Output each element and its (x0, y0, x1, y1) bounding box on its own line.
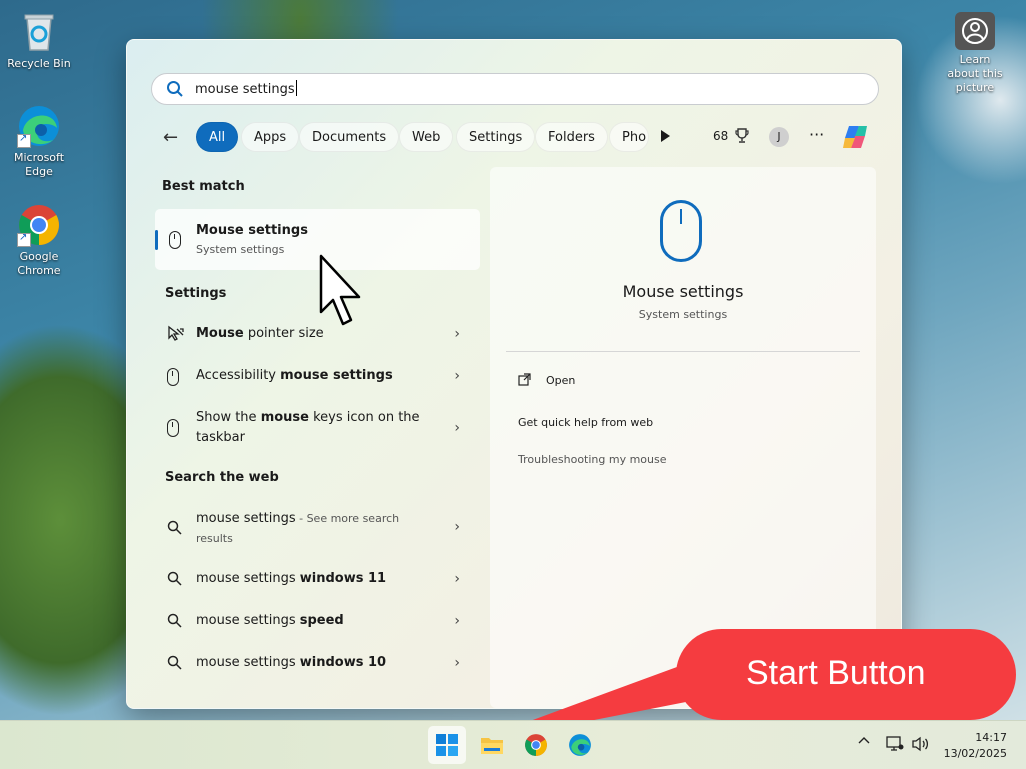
web-result-label: mouse settings - See more search results (196, 511, 400, 545)
selection-indicator (155, 230, 158, 250)
best-match-item[interactable]: Mouse settings System settings (155, 209, 480, 270)
chevron-right-icon: › (454, 571, 460, 587)
open-external-icon (518, 373, 531, 389)
chevron-right-icon: › (454, 613, 460, 629)
chrome-icon (17, 203, 61, 247)
taskbar: 14:17 13/02/2025 (0, 720, 1026, 769)
desktop-icon-edge[interactable]: Microsoft Edge (4, 104, 74, 179)
settings-item-label: Mouse pointer size (196, 326, 324, 341)
chevron-right-icon: › (454, 420, 460, 436)
web-result-label: mouse settings speed (196, 613, 344, 628)
settings-item-pointer-size[interactable]: Mouse pointer size › (155, 324, 480, 346)
file-explorer-button[interactable] (473, 726, 511, 764)
best-match-title: Mouse settings (196, 223, 308, 238)
open-label: Open (546, 374, 576, 387)
desktop-icon-label: Recycle Bin (7, 57, 71, 70)
network-icon[interactable] (886, 736, 904, 756)
chevron-right-icon: › (454, 519, 460, 535)
preview-title: Mouse settings (622, 282, 744, 301)
mouse-icon (169, 231, 181, 249)
learn-about-picture[interactable]: Learn about this picture (940, 12, 1010, 95)
clock[interactable]: 14:17 13/02/2025 (944, 730, 1007, 762)
filter-chip-all[interactable]: All (196, 122, 239, 152)
edge-icon (17, 104, 61, 148)
chevron-right-icon: › (454, 368, 460, 384)
settings-section-header: Settings (165, 286, 227, 301)
start-button[interactable] (428, 726, 466, 764)
preview-subtitle: System settings (638, 308, 728, 321)
quick-help-header: Get quick help from web (518, 416, 654, 429)
best-match-subtitle: System settings (196, 243, 285, 256)
filter-chip-settings[interactable]: Settings (456, 122, 536, 152)
filter-chip-folders[interactable]: Folders (535, 122, 608, 152)
web-result-item[interactable]: mouse settings windows 11 › (155, 569, 480, 591)
callout-start-button: Start Button (676, 629, 1016, 720)
search-icon (167, 571, 182, 590)
chrome-taskbar-button[interactable] (517, 726, 555, 764)
back-arrow-icon[interactable]: ← (163, 127, 185, 149)
search-icon (167, 655, 182, 674)
pointer-size-icon (167, 325, 185, 347)
filter-chip-documents[interactable]: Documents (299, 122, 400, 152)
search-input[interactable]: mouse settings (195, 80, 297, 97)
search-icon (167, 613, 182, 632)
settings-item-label: Show the mouse keys icon on the taskbar (196, 410, 420, 445)
web-result-label: mouse settings windows 11 (196, 571, 387, 586)
clock-date: 13/02/2025 (943, 747, 1007, 760)
learn-about-picture-label: Learn about this picture (947, 53, 1003, 94)
desktop-icon-label: Google Chrome (17, 250, 61, 277)
chevron-right-icon: › (454, 326, 460, 342)
settings-item-label: Accessibility mouse settings (196, 368, 393, 383)
volume-icon[interactable] (912, 736, 930, 756)
mouse-icon (167, 419, 179, 437)
search-icon (166, 80, 184, 102)
settings-item-accessibility-mouse[interactable]: Accessibility mouse settings › (155, 366, 480, 388)
preview-pane: Mouse settings System settings Open Get … (490, 167, 876, 708)
search-box[interactable]: mouse settings (151, 73, 879, 105)
edge-icon (569, 734, 591, 756)
recycle-bin-icon (17, 10, 61, 54)
desktop-icon-recycle-bin[interactable]: Recycle Bin (4, 10, 74, 71)
scroll-right-arrow-icon[interactable] (661, 130, 670, 142)
chrome-icon (525, 734, 547, 756)
filter-chip-apps[interactable]: Apps (241, 122, 300, 152)
shortcut-arrow-icon (17, 231, 31, 247)
mouse-large-icon (660, 200, 702, 262)
search-web-header: Search the web (165, 470, 279, 485)
chevron-up-icon[interactable] (858, 735, 870, 751)
search-panel: mouse settings ← All Apps Documents Web … (126, 39, 902, 709)
user-avatar[interactable]: J (769, 127, 789, 147)
shortcut-arrow-icon (17, 132, 31, 148)
clock-time: 14:17 (975, 731, 1007, 744)
filter-bar: ← All Apps Documents Web Settings Folder… (163, 122, 883, 154)
web-result-item[interactable]: mouse settings - See more search results… (155, 509, 480, 549)
mouse-cursor-icon (319, 254, 361, 326)
web-result-item[interactable]: mouse settings speed › (155, 611, 480, 633)
edge-taskbar-button[interactable] (561, 726, 599, 764)
divider (506, 351, 860, 352)
camera-icon (955, 12, 995, 50)
settings-item-mouse-keys-icon[interactable]: Show the mouse keys icon on the taskbar … (155, 408, 480, 450)
trophy-icon[interactable] (735, 128, 749, 144)
more-options-icon[interactable]: ··· (809, 125, 824, 144)
filter-chip-web[interactable]: Web (399, 122, 454, 152)
filter-chip-photos[interactable]: Pho (609, 122, 649, 152)
best-match-header: Best match (162, 179, 245, 194)
search-icon (167, 520, 182, 539)
desktop-icon-chrome[interactable]: Google Chrome (4, 203, 74, 278)
callout-label: Start Button (746, 654, 926, 692)
folder-icon (481, 738, 503, 754)
web-result-label: mouse settings windows 10 (196, 655, 387, 670)
mouse-icon (167, 368, 179, 386)
copilot-icon[interactable] (841, 124, 869, 150)
desktop-icon-label: Microsoft Edge (13, 151, 65, 178)
help-link-troubleshooting[interactable]: Troubleshooting my mouse (518, 453, 667, 466)
web-result-item[interactable]: mouse settings windows 10 › (155, 653, 480, 675)
rewards-points: 68 (713, 129, 729, 143)
windows-logo-icon (436, 734, 458, 756)
